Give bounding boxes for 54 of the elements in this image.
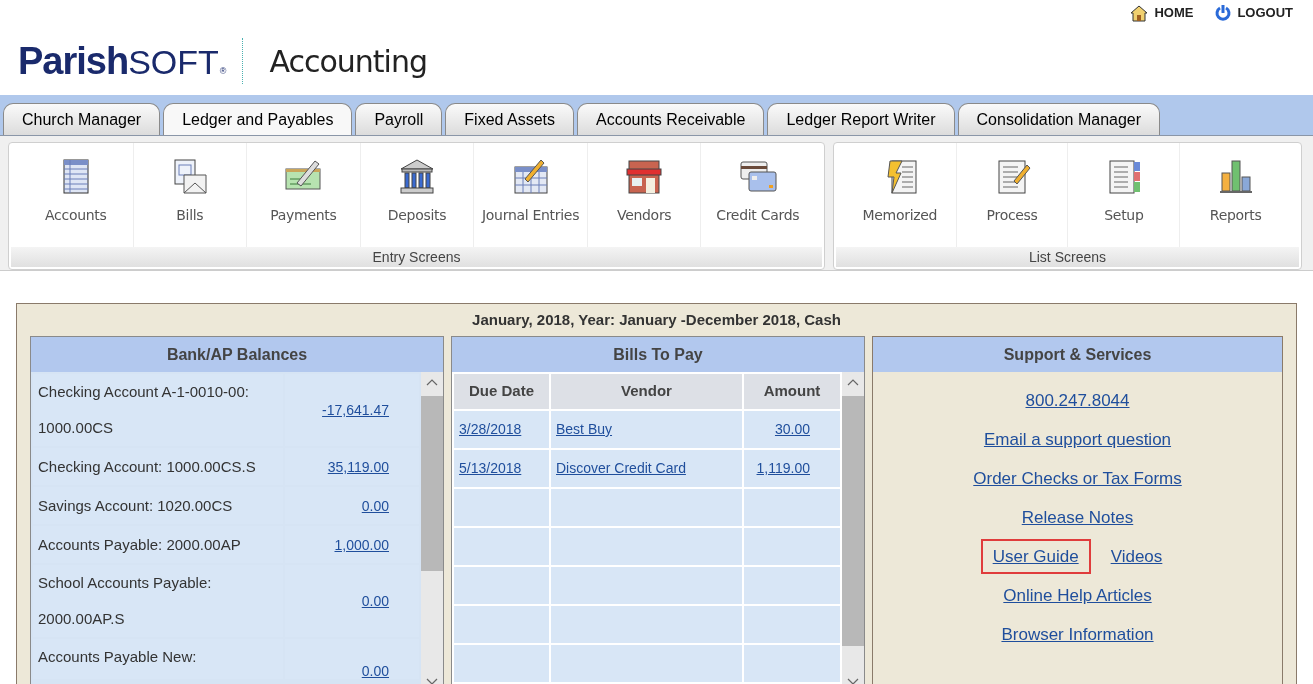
support-link[interactable]: User Guide [980,538,1091,575]
module-tab[interactable]: Ledger Report Writer [767,103,955,135]
amount-link[interactable]: 0.00 [361,663,389,679]
vendor-link[interactable]: Best Buy [556,419,613,440]
due-date-link[interactable]: 5/13/2018 [459,458,522,479]
toolbar-button[interactable]: Credit Cards [700,143,814,247]
module-tab[interactable]: Accounts Receivable [577,103,765,135]
amount-link[interactable]: 0.00 [361,497,389,514]
due-date-link[interactable]: 3/28/2018 [459,419,522,440]
amount-link[interactable]: 1,119.00 [756,458,810,479]
scrollbar[interactable] [842,372,864,684]
module-tab[interactable]: Fixed Assets [445,103,574,135]
support-link[interactable]: Browser Information [989,616,1166,653]
toolbar-button[interactable]: Setup [1067,143,1180,247]
vendor-link[interactable]: Discover Credit Card [556,458,686,479]
column-header: Amount [744,374,840,409]
home-link[interactable]: HOME [1130,3,1194,23]
panel-title: Bills To Pay [613,344,703,365]
column-header: Due Date [454,374,549,409]
storefront-icon [624,157,665,197]
support-link[interactable]: Release Notes [1009,499,1146,536]
amount-link[interactable]: 0.00 [361,593,389,609]
toolbar-button[interactable]: Vendors [586,143,701,247]
panel-title: Bank/AP Balances [166,344,308,365]
toolbar-button[interactable]: Process [955,143,1068,247]
group-title: List Screens [1028,247,1106,267]
support-link[interactable]: Videos [1098,538,1175,575]
module-tab[interactable]: Church Manager [3,103,161,135]
support-link[interactable]: Online Help Articles [991,577,1164,614]
column-header: Vendor [551,374,742,409]
toolbar-button[interactable]: Memorized [844,143,956,247]
group-title: Entry Screens [372,247,461,267]
amount-link[interactable]: -17,641.47 [322,402,389,418]
home-icon [1130,3,1149,22]
toolbar-button[interactable]: Accounts [19,143,133,247]
scrollbar[interactable] [421,372,443,684]
amount-link[interactable]: 1,000.00 [334,536,389,553]
module-tab[interactable]: Payroll [355,103,443,135]
module-tab[interactable]: Ledger and Payables [163,103,353,135]
toolbar-button[interactable]: Bills [132,143,247,247]
support-link[interactable]: Email a support question [971,421,1184,458]
power-icon [1215,4,1232,21]
amount-link[interactable]: 35,119.00 [327,458,389,475]
support-link[interactable]: 800.247.8044 [1013,382,1142,419]
support-link[interactable]: Order Checks or Tax Forms [961,460,1194,497]
product-title: Accounting [269,42,427,81]
toolbar-button[interactable]: Journal Entries [473,143,587,247]
amount-link[interactable]: 30.00 [774,419,810,440]
logout-link[interactable]: LOGOUT [1215,3,1293,23]
bank-building-icon [397,157,437,197]
panel-title: Support & Services [1003,344,1152,365]
period-title: January, 2018, Year: January -December 2018, Cash [472,309,841,330]
logo: ParishSOFT® [18,42,227,80]
module-tab[interactable]: Consolidation Manager [957,103,1161,135]
